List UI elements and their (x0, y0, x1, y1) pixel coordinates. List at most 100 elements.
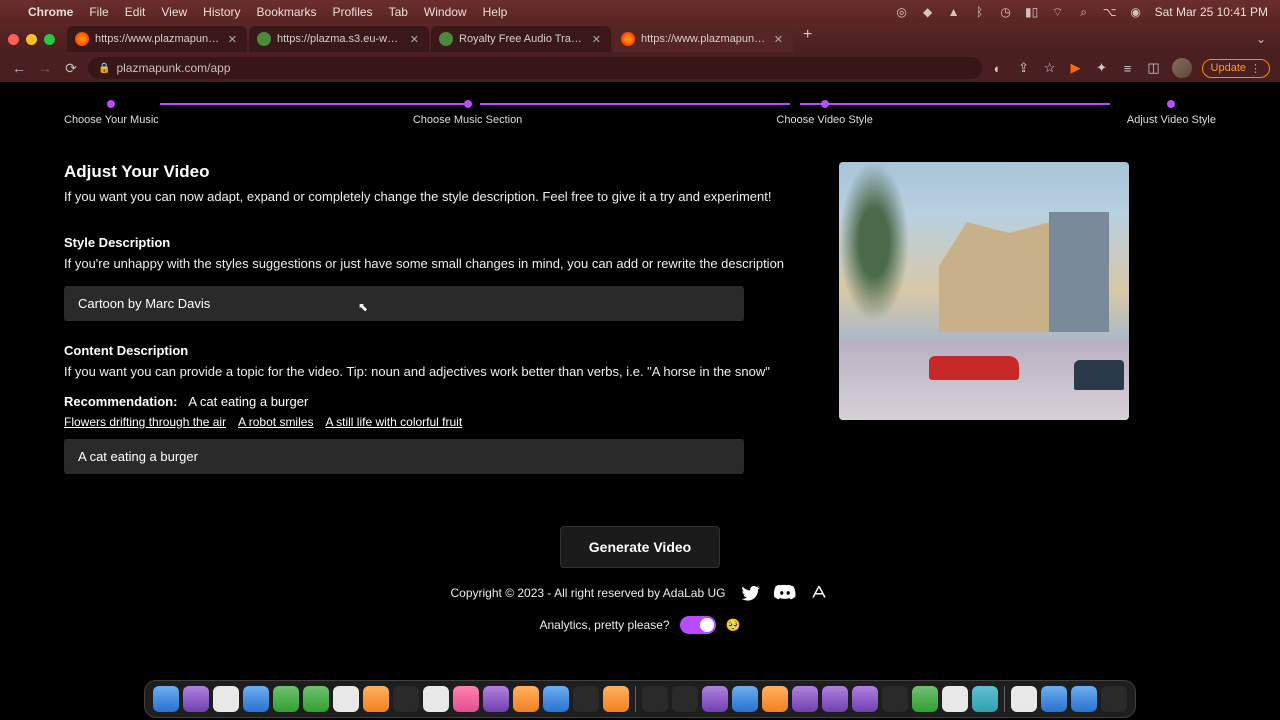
analytics-toggle[interactable] (680, 616, 716, 634)
preview-image (839, 162, 1129, 420)
close-window-icon[interactable] (8, 34, 19, 45)
dock-trash-icon[interactable] (1101, 686, 1127, 712)
suggestion-link[interactable]: Flowers drifting through the air (64, 415, 226, 429)
step-video-style[interactable]: Choose Video Style (776, 100, 872, 126)
share-icon[interactable]: ⇪ (1016, 60, 1032, 76)
battery-icon[interactable]: ▮▯ (1025, 5, 1039, 19)
dock-app-icon[interactable] (912, 686, 938, 712)
browser-tab[interactable]: https://plazma.s3.eu-west-1.a ✕ (249, 26, 429, 52)
step-music[interactable]: Choose Your Music (64, 100, 159, 126)
url-text: plazmapunk.com/app (116, 61, 230, 75)
translate-icon[interactable]: ◐ (990, 60, 1006, 76)
app-name[interactable]: Chrome (28, 5, 73, 19)
suggestion-link[interactable]: A still life with colorful fruit (325, 415, 462, 429)
dock-app-icon[interactable] (483, 686, 509, 712)
clock-icon[interactable]: ◷ (999, 5, 1013, 19)
dock-finder-icon[interactable] (153, 686, 179, 712)
menu-help[interactable]: Help (483, 5, 508, 19)
reading-list-icon[interactable]: ≡ (1120, 60, 1136, 76)
dock-separator (1004, 686, 1005, 712)
dock-app-icon[interactable] (573, 686, 599, 712)
dock-app-icon[interactable] (543, 686, 569, 712)
dock-app-icon[interactable] (183, 686, 209, 712)
profile-avatar[interactable] (1172, 58, 1192, 78)
extensions-icon[interactable]: ✦ (1094, 60, 1110, 76)
window-controls[interactable] (8, 34, 55, 45)
dock-app-icon[interactable] (972, 686, 998, 712)
pleading-emoji-icon: 🥺 (726, 618, 741, 632)
dock-app-icon[interactable] (1011, 686, 1037, 712)
dock-pr-icon[interactable] (822, 686, 848, 712)
browser-tab[interactable]: https://www.plazmapunk.com/ ✕ (67, 26, 247, 52)
dock-app-icon[interactable] (882, 686, 908, 712)
address-bar[interactable]: 🔒 plazmapunk.com/app (88, 57, 982, 79)
dock-app-icon[interactable] (303, 686, 329, 712)
datetime[interactable]: Sat Mar 25 10:41 PM (1155, 5, 1268, 19)
extension-icon[interactable]: ▶ (1068, 60, 1084, 76)
back-button[interactable]: ← (10, 60, 28, 76)
menu-bookmarks[interactable]: Bookmarks (257, 5, 317, 19)
forward-button[interactable]: → (36, 60, 54, 76)
dock-app-icon[interactable] (393, 686, 419, 712)
twitter-icon[interactable] (740, 582, 762, 604)
side-panel-icon[interactable]: ◫ (1146, 60, 1162, 76)
dock-app-icon[interactable] (603, 686, 629, 712)
bookmark-icon[interactable]: ☆ (1042, 60, 1058, 76)
step-dot-icon (107, 100, 115, 108)
status-icon[interactable]: ▲ (947, 5, 961, 19)
browser-tab-active[interactable]: https://www.plazmapunk.com/ ✕ (613, 26, 793, 52)
status-icon[interactable]: ◆ (921, 5, 935, 19)
step-section[interactable]: Choose Music Section (413, 100, 522, 126)
dock-calendar-icon[interactable] (333, 686, 359, 712)
dock-app-icon[interactable] (243, 686, 269, 712)
dock-app-icon[interactable] (363, 686, 389, 712)
menu-window[interactable]: Window (424, 5, 467, 19)
dock-ai-icon[interactable] (762, 686, 788, 712)
style-input[interactable] (64, 286, 744, 321)
dock-app-icon[interactable] (1041, 686, 1067, 712)
macos-dock[interactable] (144, 680, 1136, 718)
reload-button[interactable]: ⟳ (62, 60, 80, 77)
wifi-icon[interactable]: ⌔ (1051, 5, 1065, 19)
dock-music-icon[interactable] (453, 686, 479, 712)
status-icon[interactable]: ◎ (895, 5, 909, 19)
update-button[interactable]: Update ⋮ (1202, 59, 1270, 78)
discord-icon[interactable] (774, 582, 796, 604)
minimize-window-icon[interactable] (26, 34, 37, 45)
generate-video-button[interactable]: Generate Video (560, 526, 720, 568)
siri-icon[interactable]: ◉ (1129, 5, 1143, 19)
step-adjust[interactable]: Adjust Video Style (1127, 100, 1216, 126)
search-icon[interactable]: ⌕ (1077, 5, 1091, 19)
dock-app-icon[interactable] (702, 686, 728, 712)
browser-tab[interactable]: Royalty Free Audio Tracks - Er ✕ (431, 26, 611, 52)
maximize-window-icon[interactable] (44, 34, 55, 45)
menu-history[interactable]: History (203, 5, 240, 19)
suggestion-link[interactable]: A robot smiles (238, 415, 313, 429)
dock-discord-icon[interactable] (852, 686, 878, 712)
content-input[interactable] (64, 439, 744, 474)
link-icon[interactable] (808, 582, 830, 604)
dock-app-icon[interactable] (642, 686, 668, 712)
dock-app-icon[interactable] (513, 686, 539, 712)
dock-app-icon[interactable] (672, 686, 698, 712)
close-tab-icon[interactable]: ✕ (408, 33, 421, 46)
bluetooth-icon[interactable]: ᛒ (973, 5, 987, 19)
new-tab-button[interactable]: + (795, 26, 820, 52)
dock-app-icon[interactable] (1071, 686, 1097, 712)
menu-edit[interactable]: Edit (125, 5, 146, 19)
close-tab-icon[interactable]: ✕ (226, 33, 239, 46)
close-tab-icon[interactable]: ✕ (772, 33, 785, 46)
dock-ae-icon[interactable] (792, 686, 818, 712)
dock-app-icon[interactable] (213, 686, 239, 712)
dock-app-icon[interactable] (942, 686, 968, 712)
control-center-icon[interactable]: ⌥ (1103, 5, 1117, 19)
menu-tab[interactable]: Tab (389, 5, 408, 19)
menu-file[interactable]: File (89, 5, 108, 19)
menu-view[interactable]: View (161, 5, 187, 19)
dock-ps-icon[interactable] (732, 686, 758, 712)
close-tab-icon[interactable]: ✕ (590, 33, 603, 46)
dock-app-icon[interactable] (273, 686, 299, 712)
dock-chrome-icon[interactable] (423, 686, 449, 712)
menu-profiles[interactable]: Profiles (333, 5, 373, 19)
tab-overflow-icon[interactable]: ⌄ (1250, 32, 1272, 46)
